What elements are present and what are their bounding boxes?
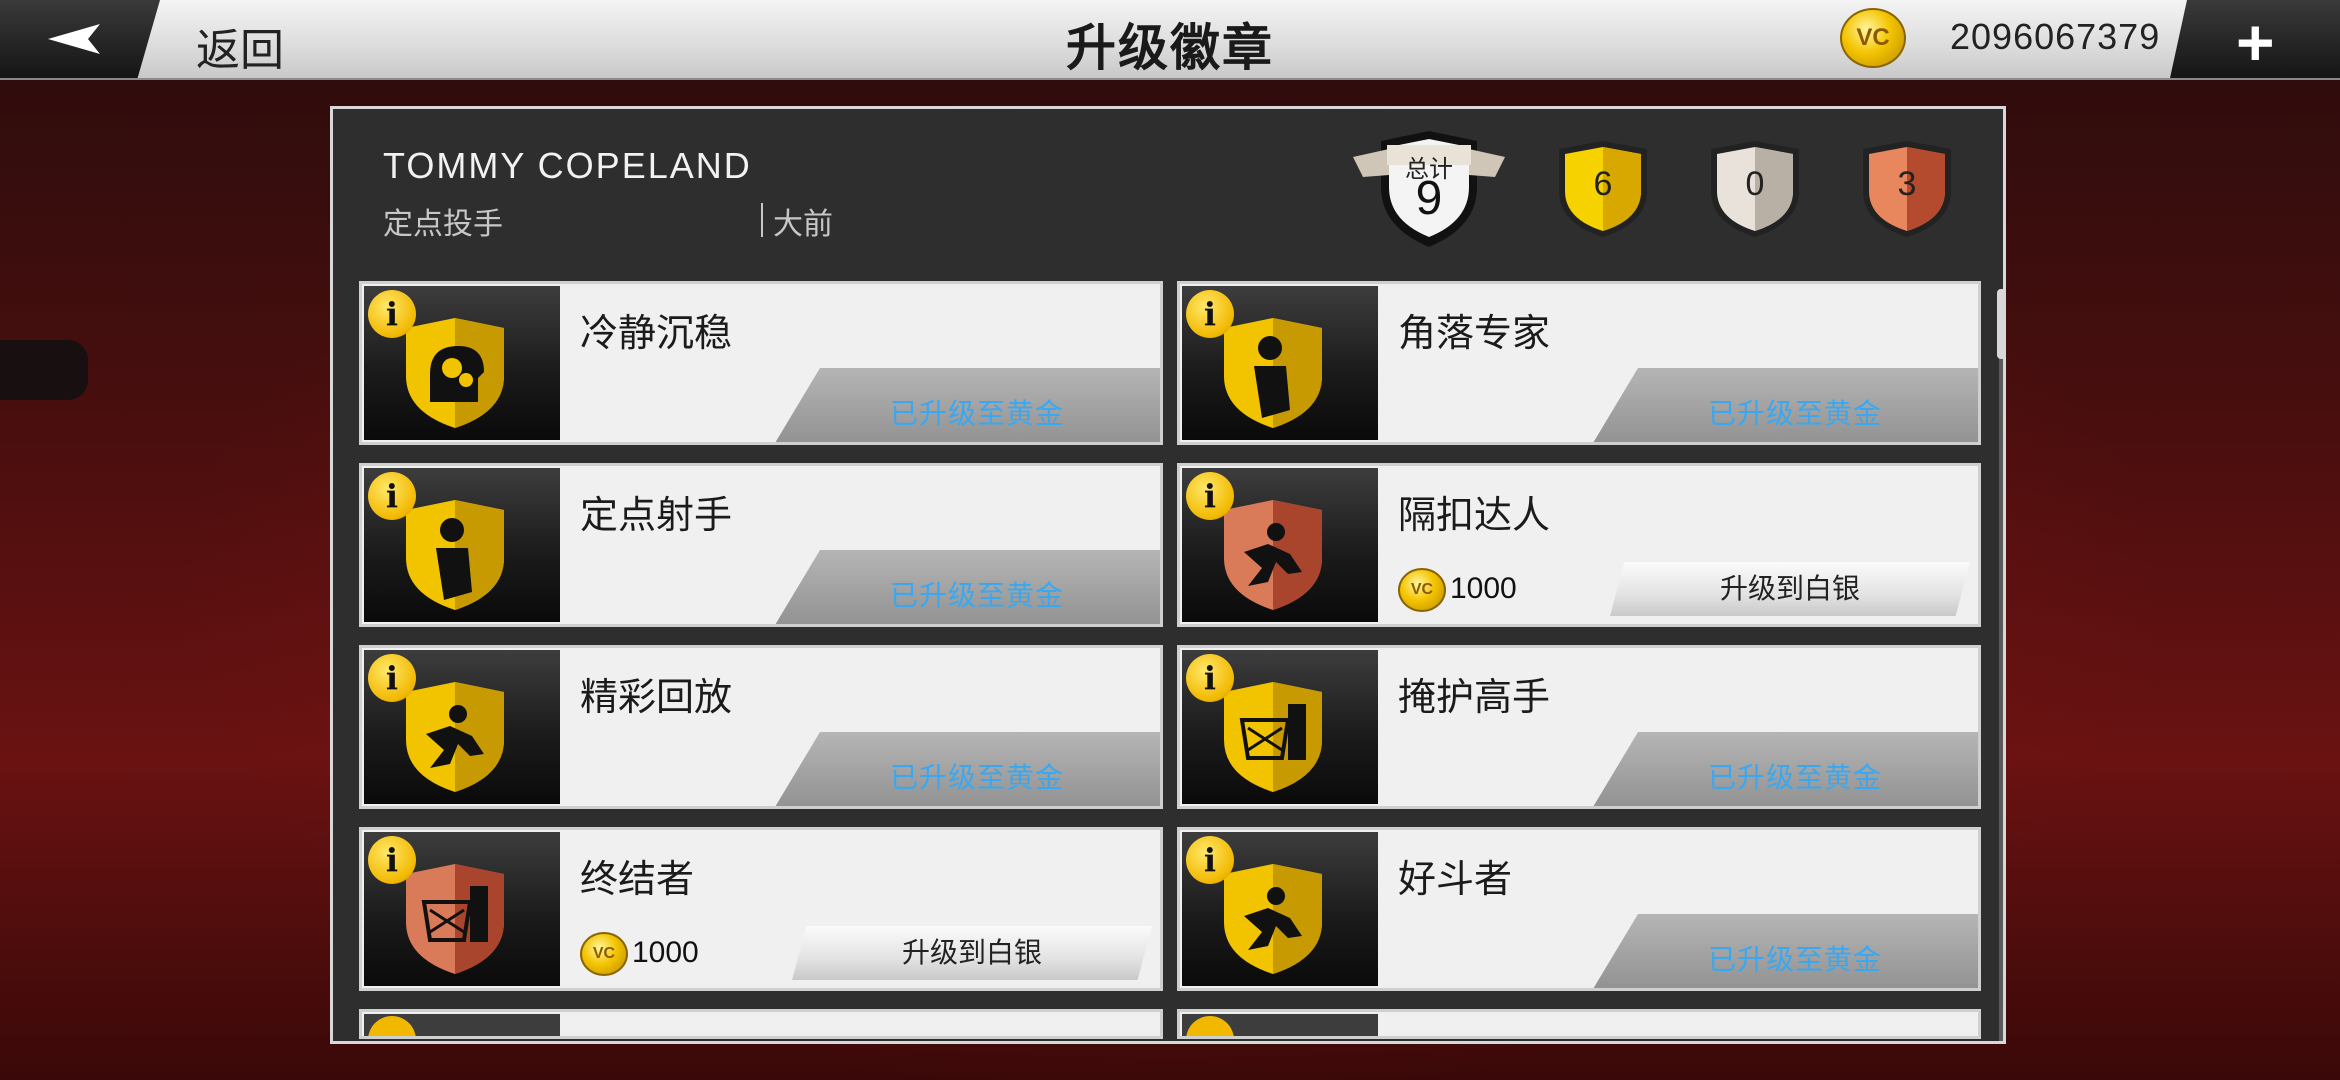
badge-grid: i 冷静沉稳 已升级至黄金 i 角落专家 已升级至黄金 i 定点射手 已升级至黄… [359, 281, 1999, 1041]
info-icon[interactable]: i [1186, 472, 1234, 520]
upgrade-to-silver-button[interactable]: 升级到白银 [792, 926, 1152, 980]
badge-status: 已升级至黄金 [890, 580, 1065, 611]
gold-count-shield: 6 [1555, 139, 1651, 239]
silver-count: 0 [1745, 165, 1765, 203]
total-badges-shield: 总计 9 [1349, 127, 1509, 251]
gold-count: 6 [1593, 165, 1613, 203]
badge-name: 定点射手 [580, 495, 733, 537]
badge-status: 已升级至黄金 [1708, 944, 1883, 975]
upgrade-cost: 1000 [1450, 572, 1517, 605]
screen-basket-icon [1224, 682, 1322, 792]
badge-name: 冷静沉稳 [580, 313, 733, 355]
bronze-count: 3 [1897, 165, 1917, 203]
badge-status: 已升级至黄金 [890, 762, 1065, 793]
badge-status: 已升级至黄金 [1708, 398, 1883, 429]
silver-count-shield: 0 [1707, 139, 1803, 239]
bronze-count-shield: 3 [1859, 139, 1955, 239]
brawler-icon [1224, 864, 1322, 974]
player-name: TOMMY COPELAND [383, 145, 752, 186]
vc-coin-icon: VC [1398, 568, 1446, 612]
badge-card-partial[interactable] [359, 1009, 1163, 1039]
badge-card[interactable]: i 掩护高手 已升级至黄金 [1177, 645, 1981, 809]
corner-shooter-icon [1224, 318, 1322, 428]
info-icon[interactable]: i [1186, 290, 1234, 338]
spot-shooter-icon [406, 500, 504, 610]
info-icon[interactable]: i [368, 290, 416, 338]
badge-card[interactable]: i 隔扣达人 VC 1000 升级到白银 [1177, 463, 1981, 627]
badge-panel: TOMMY COPELAND 定点投手 大前 总计 9 6 0 3 i 冷静沉稳… [330, 106, 2006, 1044]
gears-head-icon [406, 318, 504, 428]
badge-name: 好斗者 [1398, 859, 1513, 901]
posterizer-icon [1224, 500, 1322, 610]
badge-card[interactable]: i 终结者 VC 1000 升级到白银 [359, 827, 1163, 991]
total-count: 9 [1415, 172, 1443, 225]
badge-card[interactable]: i 好斗者 已升级至黄金 [1177, 827, 1981, 991]
badge-card[interactable]: i 定点射手 已升级至黄金 [359, 463, 1163, 627]
badge-card[interactable]: i 精彩回放 已升级至黄金 [359, 645, 1163, 809]
badge-card[interactable]: i 冷静沉稳 已升级至黄金 [359, 281, 1163, 445]
badge-status: 已升级至黄金 [890, 398, 1065, 429]
side-tab-handle[interactable] [0, 340, 88, 400]
player-role: 定点投手 [383, 208, 503, 241]
scrollbar-track[interactable] [1999, 289, 2003, 1041]
vc-coin-icon: VC [580, 932, 628, 976]
top-bar: 返回 升级徽章 VC 2096067379 + [0, 0, 2340, 80]
vc-coin-icon: VC [1840, 8, 1906, 68]
badge-name: 精彩回放 [580, 677, 733, 719]
badge-card-partial[interactable] [1177, 1009, 1981, 1039]
info-icon[interactable]: i [1186, 654, 1234, 702]
badge-name: 终结者 [580, 859, 695, 901]
add-vc-button[interactable]: + [2170, 0, 2340, 78]
info-icon[interactable]: i [1186, 836, 1234, 884]
badge-name: 掩护高手 [1398, 677, 1551, 719]
vc-balance: 2096067379 [1950, 16, 2161, 57]
upgrade-cost: 1000 [632, 936, 699, 969]
highlight-dunk-icon [406, 682, 504, 792]
info-icon[interactable]: i [368, 836, 416, 884]
plus-icon: + [2236, 5, 2275, 79]
upgrade-to-silver-button[interactable]: 升级到白银 [1610, 562, 1970, 616]
divider [761, 203, 763, 237]
player-position: 大前 [773, 208, 833, 241]
badge-card[interactable]: i 角落专家 已升级至黄金 [1177, 281, 1981, 445]
badge-name: 角落专家 [1398, 313, 1551, 355]
info-icon[interactable]: i [368, 654, 416, 702]
badge-name: 隔扣达人 [1398, 495, 1551, 537]
info-icon[interactable]: i [368, 472, 416, 520]
finisher-basket-icon [406, 864, 504, 974]
badge-status: 已升级至黄金 [1708, 762, 1883, 793]
